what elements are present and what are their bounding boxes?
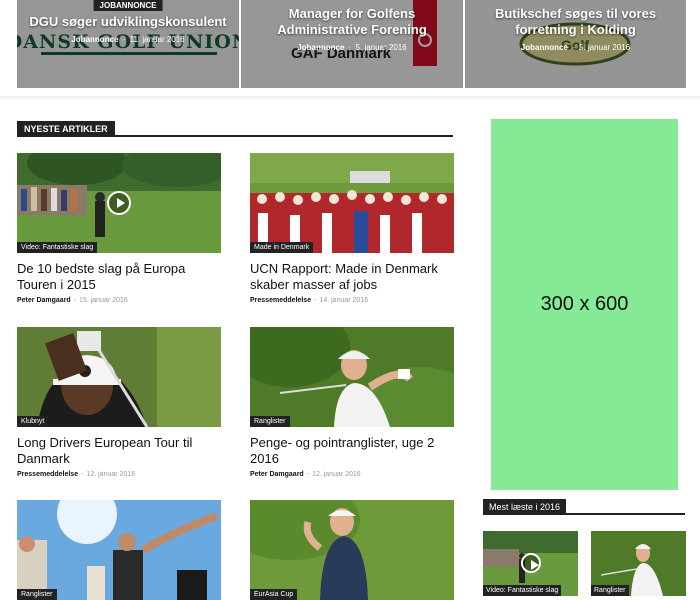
play-icon[interactable] (107, 191, 131, 215)
category-tag[interactable]: EurAsia Cup (250, 589, 298, 600)
featured-category[interactable]: Jobannonce (297, 43, 344, 52)
category-tag[interactable]: Video: Fantastiske slag (483, 585, 562, 596)
article-date: 14. januar 2016 (319, 297, 369, 304)
featured-meta: Jobannonce - 5. januar 2016 (297, 43, 407, 52)
header-divider (0, 96, 700, 102)
category-tag[interactable]: Made in Denmark (250, 242, 314, 253)
article-meta: Peter Damgaard -12. januar 2016 (250, 471, 361, 478)
article-thumbnail[interactable]: Made in Denmark (250, 153, 454, 253)
article-title[interactable]: Long Drivers European Tour til Danmark (17, 435, 221, 467)
featured-category[interactable]: Jobannonce (521, 43, 568, 52)
article-date: 12. januar 2016 (86, 471, 136, 478)
article-card: Made in Denmark UCN Rapport: Made in Den… (250, 153, 454, 304)
article-title[interactable]: Penge- og pointranglister, uge 2 2016 (250, 435, 454, 467)
article-author[interactable]: Pressemeddelelse (250, 297, 311, 304)
section-header: NYESTE ARTIKLER (17, 119, 453, 137)
featured-card-3[interactable]: Golf Butikschef søges til vores forretni… (465, 0, 686, 88)
category-tag[interactable]: Ranglister (250, 416, 290, 427)
article-author[interactable]: Pressemeddelelse (17, 471, 78, 478)
featured-strip: DANSK GOLF UNION JOBANNONCE DGU søger ud… (0, 0, 700, 100)
article-card: Video: Fantastiske slag De 10 bedste sla… (17, 153, 221, 304)
article-card: EurAsia Cup (250, 500, 454, 600)
featured-title[interactable]: Manager for Golfens Administrative Foren… (247, 6, 457, 38)
article-thumbnail[interactable]: Ranglister (17, 500, 221, 600)
article-date: 15. januar 2016 (79, 297, 128, 304)
play-icon[interactable] (521, 553, 541, 573)
most-read-item[interactable]: Ranglister (591, 531, 686, 596)
article-card: Ranglister Penge- og pointranglister, ug… (250, 327, 454, 478)
featured-date: 5. januar 2016 (355, 43, 407, 52)
most-read-title: Mest læste i 2016 (483, 499, 567, 515)
category-tag[interactable]: Klubnyt (17, 416, 49, 427)
section-title: NYESTE ARTIKLER (17, 121, 115, 137)
category-tag[interactable]: Ranglister (591, 585, 629, 596)
article-thumbnail[interactable]: Klubnyt (17, 327, 221, 427)
article-thumbnail[interactable]: Ranglister (250, 327, 454, 427)
featured-card-1[interactable]: DANSK GOLF UNION JOBANNONCE DGU søger ud… (17, 0, 239, 88)
featured-badge: JOBANNONCE (93, 0, 163, 11)
featured-date: 5. januar 2016 (579, 43, 631, 52)
most-read-item[interactable]: Video: Fantastiske slag (483, 531, 578, 596)
article-meta: Peter Damgaard -15. januar 2016 (17, 297, 128, 304)
ad-size-label: 300 x 600 (540, 293, 629, 315)
ad-placeholder[interactable]: 300 x 600 (491, 119, 678, 490)
article-author[interactable]: Peter Damgaard (250, 471, 304, 478)
article-thumbnail[interactable]: Video: Fantastiske slag (17, 153, 221, 253)
article-date: 12. januar 2016 (312, 471, 361, 478)
article-title[interactable]: De 10 bedste slag på Europa Touren i 201… (17, 261, 221, 293)
article-thumbnail[interactable]: EurAsia Cup (250, 500, 454, 600)
article-meta: Pressemeddelelse -12. januar 2016 (17, 471, 136, 478)
featured-title[interactable]: DGU søger udviklingskonsulent (23, 14, 233, 30)
featured-meta: Jobannonce - 5. januar 2016 (520, 43, 631, 52)
featured-date: 11. januar 2016 (129, 35, 185, 44)
featured-title[interactable]: Butikschef søges til vores forretning i … (471, 6, 680, 38)
article-meta: Pressemeddelelse -14. januar 2016 (250, 297, 369, 304)
category-tag[interactable]: Ranglister (17, 589, 57, 600)
featured-meta: Jobannonce - 11. januar 2016 (71, 35, 185, 44)
most-read-header: Mest læste i 2016 (483, 497, 685, 515)
featured-card-2[interactable]: GAF Danmark Manager for Golfens Administ… (241, 0, 463, 88)
article-author[interactable]: Peter Damgaard (17, 297, 71, 304)
category-tag[interactable]: Video: Fantastiske slag (17, 242, 98, 253)
featured-category[interactable]: Jobannonce (71, 35, 118, 44)
article-card: Ranglister (17, 500, 221, 600)
article-card: Klubnyt Long Drivers European Tour til D… (17, 327, 221, 478)
article-title[interactable]: UCN Rapport: Made in Denmark skaber mass… (250, 261, 454, 293)
